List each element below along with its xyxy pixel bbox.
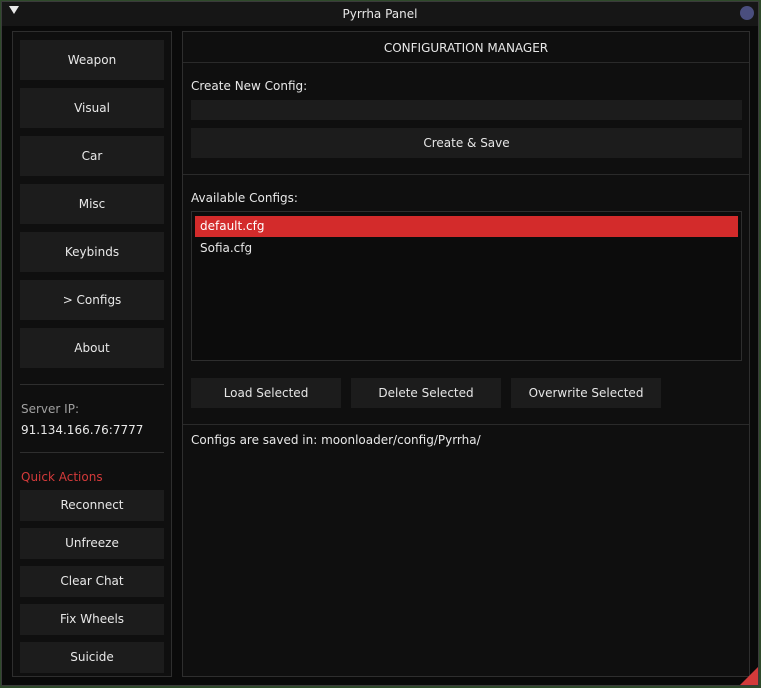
quick-actions-label: Quick Actions	[21, 470, 103, 484]
fix-wheels-button[interactable]: Fix Wheels	[20, 604, 164, 635]
server-ip-value: 91.134.166.76:7777	[21, 423, 144, 437]
server-ip-label: Server IP:	[21, 402, 79, 416]
sidebar-divider	[20, 452, 164, 453]
nav-visual-button[interactable]: Visual	[20, 88, 164, 128]
divider	[183, 62, 749, 63]
sidebar: Weapon Visual Car Misc Keybinds > Config…	[12, 31, 172, 677]
suicide-button[interactable]: Suicide	[20, 642, 164, 673]
divider	[183, 174, 749, 175]
nav-about-button[interactable]: About	[20, 328, 164, 368]
nav-keybinds-button[interactable]: Keybinds	[20, 232, 164, 272]
delete-selected-button[interactable]: Delete Selected	[351, 378, 501, 408]
nav-misc-button[interactable]: Misc	[20, 184, 164, 224]
config-manager-panel: CONFIGURATION MANAGER Create New Config:…	[182, 31, 750, 677]
pyrrha-panel-window: Pyrrha Panel Weapon Visual Car Misc Keyb…	[1, 1, 759, 686]
unfreeze-button[interactable]: Unfreeze	[20, 528, 164, 559]
resize-grip-icon[interactable]	[740, 667, 758, 685]
list-item[interactable]: Sofia.cfg	[195, 238, 738, 259]
config-path-text: Configs are saved in: moonloader/config/…	[191, 433, 481, 447]
create-save-button[interactable]: Create & Save	[191, 128, 742, 158]
list-item[interactable]: default.cfg	[195, 216, 738, 237]
divider	[183, 424, 749, 425]
nav-configs-button[interactable]: > Configs	[20, 280, 164, 320]
load-selected-button[interactable]: Load Selected	[191, 378, 341, 408]
available-configs-label: Available Configs:	[191, 191, 298, 205]
clear-chat-button[interactable]: Clear Chat	[20, 566, 164, 597]
close-circle-icon[interactable]	[740, 6, 754, 20]
config-list[interactable]: default.cfg Sofia.cfg	[191, 211, 742, 361]
page-title: CONFIGURATION MANAGER	[383, 41, 549, 55]
reconnect-button[interactable]: Reconnect	[20, 490, 164, 521]
nav-car-button[interactable]: Car	[20, 136, 164, 176]
config-name-input[interactable]	[191, 100, 742, 120]
nav-weapon-button[interactable]: Weapon	[20, 40, 164, 80]
overwrite-selected-button[interactable]: Overwrite Selected	[511, 378, 661, 408]
window-title: Pyrrha Panel	[342, 7, 418, 21]
title-bar[interactable]: Pyrrha Panel	[2, 2, 758, 26]
sidebar-divider	[20, 384, 164, 385]
create-config-label: Create New Config:	[191, 79, 308, 93]
